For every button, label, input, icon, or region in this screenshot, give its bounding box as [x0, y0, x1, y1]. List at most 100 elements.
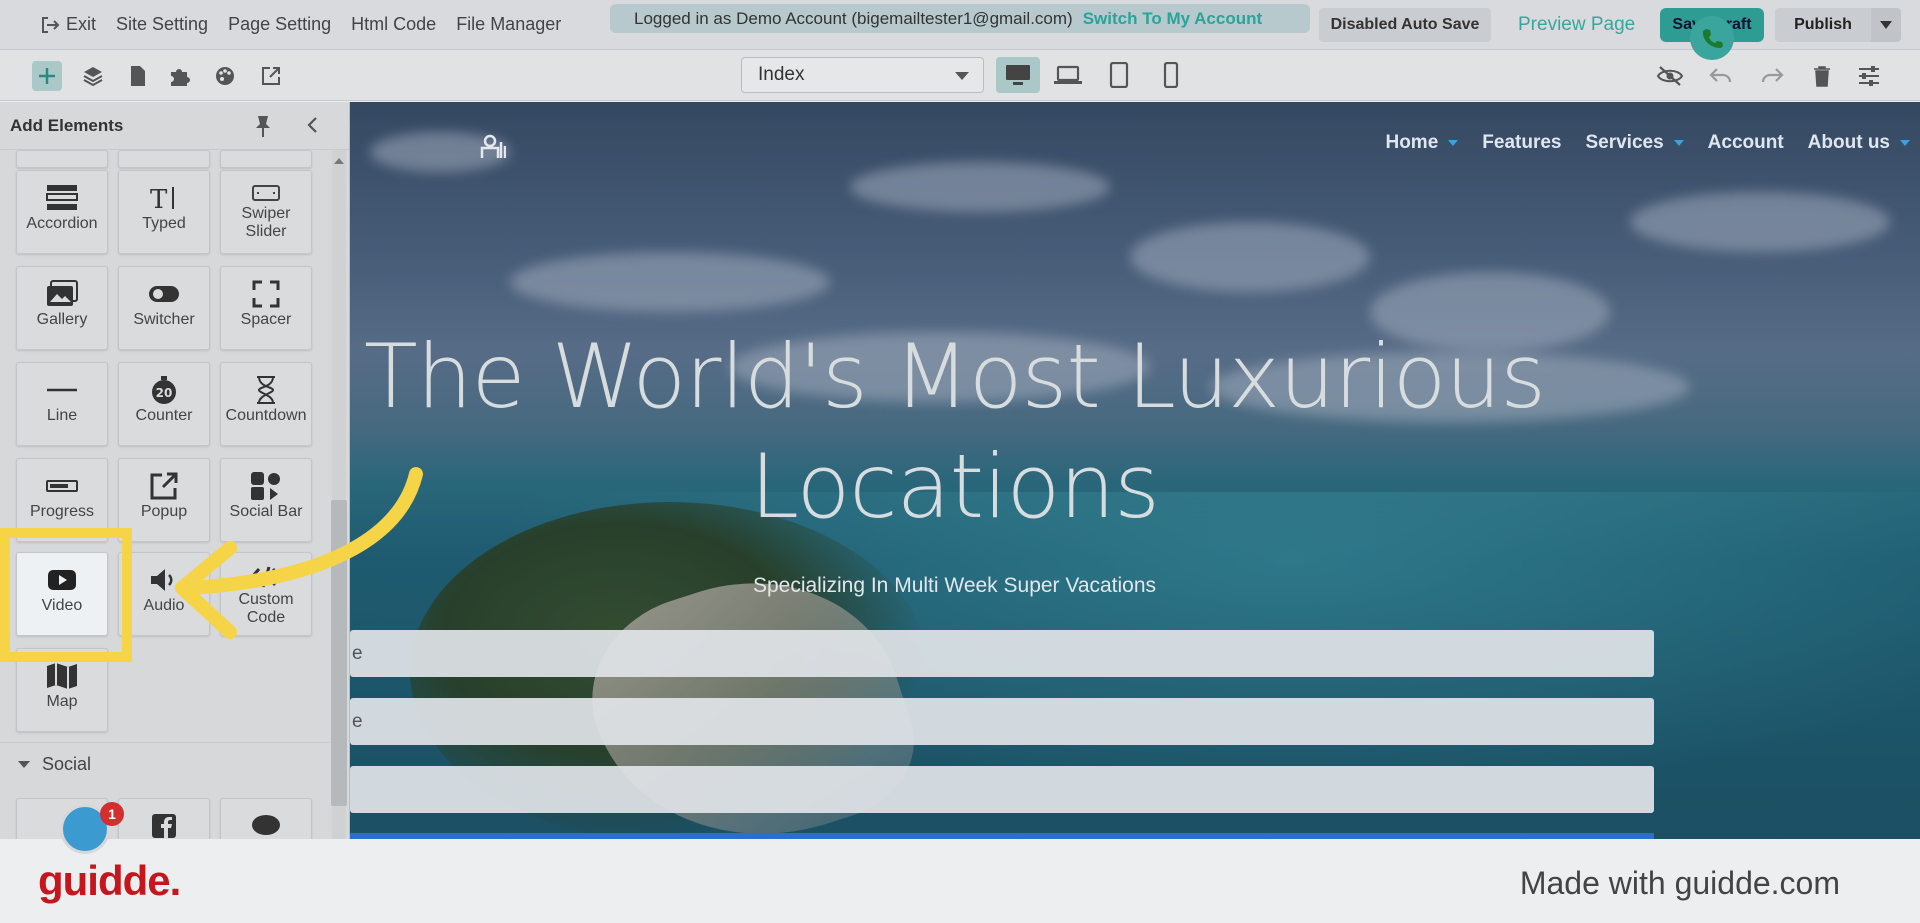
slider-icon — [252, 185, 280, 201]
panel-header: Add Elements — [0, 102, 349, 150]
social-bar-label: Social Bar — [229, 503, 303, 520]
counter-label: Counter — [135, 407, 193, 424]
layers-icon — [83, 67, 103, 87]
pages-button[interactable] — [123, 61, 153, 91]
guidde-logo: guidde. — [38, 857, 181, 904]
chevron-down-icon — [955, 72, 969, 80]
laptop-view-button[interactable] — [1046, 57, 1090, 93]
chat-bubble-icon — [252, 815, 280, 835]
gallery-icon — [47, 280, 78, 306]
tile-partial-3[interactable] — [220, 150, 312, 168]
stopwatch-icon: 20 — [152, 376, 176, 404]
page-canvas[interactable]: Home Features Services Account About us … — [350, 102, 1920, 839]
pin-panel-button[interactable] — [252, 114, 274, 143]
nav-home[interactable]: Home — [1385, 132, 1459, 154]
made-with-text: Made with guidde.com — [1519, 865, 1840, 901]
nav-about-label: About us — [1807, 132, 1890, 153]
video-element[interactable]: Video — [16, 552, 108, 636]
layers-button[interactable] — [78, 61, 108, 91]
open-external-button[interactable] — [256, 61, 286, 91]
chevron-down-icon — [1448, 140, 1459, 146]
gallery-label: Gallery — [36, 311, 88, 328]
mobile-view-button[interactable] — [1149, 57, 1193, 93]
theme-button[interactable] — [210, 61, 240, 91]
nav-services[interactable]: Services — [1585, 132, 1684, 154]
swiper-slider-element[interactable]: Swiper Slider — [220, 170, 312, 254]
html-code-menu[interactable]: Html Code — [351, 14, 436, 35]
page-setting-menu[interactable]: Page Setting — [228, 14, 331, 35]
plugins-button[interactable] — [164, 61, 194, 91]
site-setting-menu[interactable]: Site Setting — [116, 14, 208, 35]
switcher-element[interactable]: Switcher — [118, 266, 210, 350]
page-select-value: Index — [758, 64, 805, 85]
counter-element[interactable]: 20 Counter — [118, 362, 210, 446]
code-icon — [250, 566, 282, 588]
form-field-2[interactable]: e — [350, 698, 1654, 745]
tablet-icon — [1109, 62, 1129, 88]
site-logo[interactable] — [476, 132, 507, 162]
accordion-label: Accordion — [26, 215, 98, 232]
progress-bar-icon — [46, 480, 78, 492]
social-section-header[interactable]: Social — [0, 742, 330, 786]
undo-button[interactable] — [1706, 61, 1736, 91]
file-icon — [131, 66, 145, 86]
comment-element[interactable] — [220, 798, 312, 839]
hero-title[interactable]: The World's Most Luxurious Locations — [350, 322, 1559, 542]
settings-button[interactable] — [1854, 61, 1884, 91]
form-field-3[interactable] — [350, 766, 1654, 813]
desktop-view-button[interactable] — [996, 57, 1040, 93]
undo-icon — [1709, 68, 1732, 83]
chevron-down-icon — [1900, 140, 1910, 146]
publish-button[interactable]: Publish — [1775, 8, 1871, 42]
typed-element[interactable]: T Typed — [118, 170, 210, 254]
line-element[interactable]: Line — [16, 362, 108, 446]
countdown-element[interactable]: Countdown — [220, 362, 312, 446]
puzzle-icon — [171, 69, 190, 86]
collapse-panel-button[interactable] — [306, 116, 318, 139]
panel-scroll-thumb[interactable] — [331, 500, 347, 806]
hero-subtitle[interactable]: Specializing In Multi Week Super Vacatio… — [350, 574, 1559, 598]
add-element-button[interactable] — [32, 61, 62, 91]
tablet-view-button[interactable] — [1097, 57, 1141, 93]
call-widget-button[interactable] — [1690, 16, 1734, 60]
pin-icon — [256, 116, 270, 137]
accordion-element[interactable]: Accordion — [16, 170, 108, 254]
nav-account[interactable]: Account — [1708, 132, 1784, 154]
facebook-element[interactable] — [118, 798, 210, 839]
custom-code-element[interactable]: Custom Code — [220, 552, 312, 636]
nav-account-label: Account — [1707, 132, 1784, 153]
preview-page-link[interactable]: Preview Page — [1518, 14, 1635, 36]
switcher-label: Switcher — [133, 311, 195, 328]
nav-home-label: Home — [1385, 132, 1439, 153]
file-manager-menu[interactable]: File Manager — [456, 14, 561, 35]
page-select[interactable]: Index — [741, 57, 984, 93]
mobile-icon — [1163, 62, 1179, 88]
nav-about[interactable]: About us — [1808, 132, 1910, 154]
exit-button[interactable]: Exit — [40, 14, 96, 35]
form-field-1[interactable]: e — [350, 630, 1654, 677]
nav-features[interactable]: Features — [1482, 132, 1561, 154]
tile-partial-2[interactable] — [118, 150, 210, 168]
caret-down-icon — [18, 761, 30, 768]
delete-button[interactable] — [1807, 61, 1837, 91]
nav-services-label: Services — [1585, 132, 1664, 153]
line-icon — [47, 388, 77, 392]
toggle-icon — [149, 286, 179, 302]
publish-options-button[interactable] — [1871, 8, 1901, 42]
switch-account-link[interactable]: Switch To My Account — [1083, 9, 1262, 29]
editor-toolbar: Index — [0, 50, 1920, 101]
spacer-element[interactable]: Spacer — [220, 266, 312, 350]
typed-text-icon: T — [150, 185, 174, 213]
video-play-icon — [48, 570, 76, 590]
laptop-icon — [1054, 65, 1082, 84]
auto-save-button[interactable]: Disabled Auto Save — [1319, 8, 1491, 42]
footer: guidde. Made with guidde.com — [0, 839, 1920, 923]
gallery-element[interactable]: Gallery — [16, 266, 108, 350]
tile-partial-1[interactable] — [16, 150, 108, 168]
spacer-label: Spacer — [240, 311, 292, 328]
social-bar-element[interactable]: Social Bar — [220, 458, 312, 542]
redo-button[interactable] — [1757, 61, 1787, 91]
exit-label: Exit — [66, 14, 97, 34]
scroll-up-arrow-icon[interactable] — [334, 158, 344, 164]
toggle-visibility-button[interactable] — [1655, 61, 1685, 91]
